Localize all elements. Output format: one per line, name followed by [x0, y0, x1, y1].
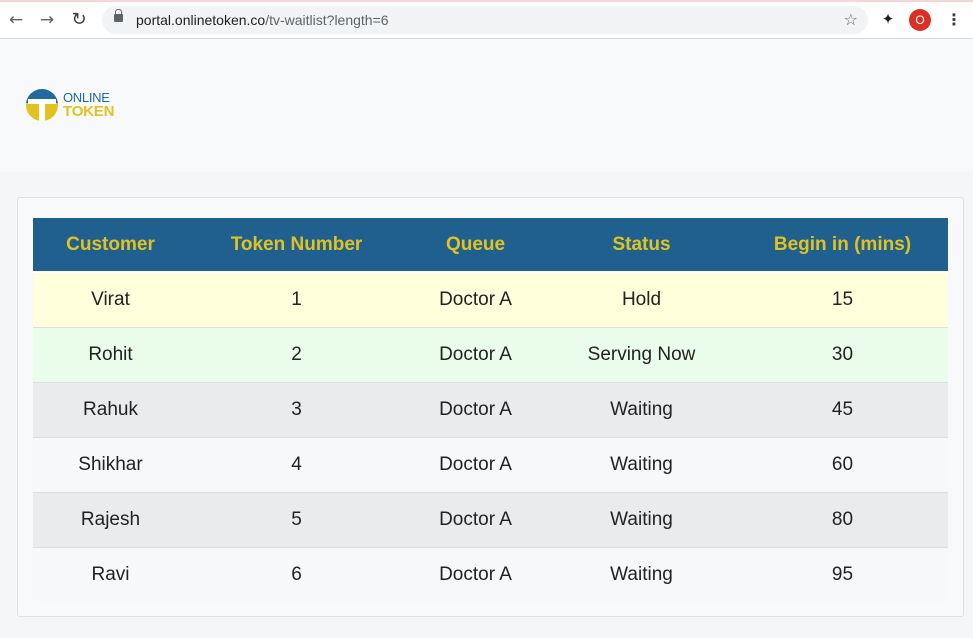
- cell-token: 1: [188, 272, 405, 328]
- cell-begin: 80: [737, 492, 948, 548]
- url-path: /tv-waitlist?length=6: [265, 12, 389, 28]
- cell-token: 3: [188, 382, 405, 438]
- table-row: Rohit 2 Doctor A Serving Now 30: [33, 327, 948, 383]
- cell-queue: Doctor A: [405, 272, 546, 328]
- cell-queue: Doctor A: [439, 564, 512, 585]
- cell-customer: Rahuk: [33, 382, 188, 438]
- lock-icon[interactable]: [114, 9, 123, 22]
- cell-customer: Virat: [33, 272, 188, 328]
- waitlist-card: Customer Token Number Queue Status Begin…: [17, 197, 964, 617]
- header-token-number: Token Number: [188, 218, 405, 273]
- header-queue: Queue: [405, 218, 546, 273]
- address-bar[interactable]: portal.onlinetoken.co/tv-waitlist?length…: [102, 6, 868, 34]
- reload-icon[interactable]: ↻: [68, 9, 90, 31]
- cell-customer: Rohit: [33, 327, 188, 383]
- cell-begin: 45: [737, 382, 948, 438]
- cell-queue: Doctor A: [405, 492, 546, 548]
- cell-token: 5: [188, 492, 405, 548]
- cell-queue: Doctor A: [405, 437, 546, 493]
- header-customer: Customer: [33, 218, 188, 273]
- table-row: Ravi 6 Doctor A Waiting 95: [33, 547, 948, 602]
- cell-token: 4: [188, 437, 405, 493]
- cell-begin: 15: [737, 272, 948, 328]
- logo-mark-icon: [26, 89, 58, 121]
- puzzle-icon[interactable]: ✦: [879, 10, 897, 28]
- cell-queue: Doctor A: [405, 327, 546, 383]
- table-header-row: Customer Token Number Queue Status Begin…: [33, 218, 948, 273]
- page-header: ONLINE TOKEN: [0, 39, 973, 172]
- cell-customer: Shikhar: [33, 437, 188, 493]
- cell-status: Waiting: [546, 382, 737, 438]
- cell-customer: Rajesh: [33, 492, 188, 548]
- cell-token: 6: [291, 564, 302, 585]
- browser-toolbar: ← → ↻ portal.onlinetoken.co/tv-waitlist?…: [0, 0, 973, 39]
- url-text[interactable]: portal.onlinetoken.co/tv-waitlist?length…: [136, 12, 389, 28]
- tab-strip-edge: [0, 0, 973, 2]
- page-content: ONLINE TOKEN Customer Token Number Queue…: [0, 39, 973, 638]
- header-begin-in: Begin in (mins): [737, 218, 948, 273]
- cell-begin: 30: [737, 327, 948, 383]
- cell-status: Waiting: [546, 492, 737, 548]
- cell-status: Hold: [546, 272, 737, 328]
- cell-customer: Ravi: [91, 564, 130, 585]
- url-host: portal.onlinetoken.co: [136, 12, 266, 28]
- cell-begin: 60: [737, 437, 948, 493]
- table-row: Virat 1 Doctor A Hold 15: [33, 272, 948, 328]
- profile-avatar[interactable]: O: [909, 9, 931, 31]
- star-icon[interactable]: ☆: [844, 10, 858, 30]
- waitlist-table: Customer Token Number Queue Status Begin…: [33, 218, 948, 602]
- arrow-right-icon[interactable]: →: [36, 9, 58, 31]
- kebab-menu-icon[interactable]: ⋮: [946, 9, 962, 31]
- table-row: Rajesh 5 Doctor A Waiting 80: [33, 492, 948, 548]
- cell-status: Serving Now: [546, 327, 737, 383]
- cell-token: 2: [188, 327, 405, 383]
- table-row: Shikhar 4 Doctor A Waiting 60: [33, 437, 948, 493]
- cell-status: Waiting: [610, 564, 673, 585]
- brand-logo[interactable]: ONLINE TOKEN: [26, 89, 116, 123]
- logo-word-token: TOKEN: [63, 103, 115, 120]
- cell-status: Waiting: [546, 437, 737, 493]
- cell-begin: 95: [831, 564, 854, 585]
- header-status: Status: [546, 218, 737, 273]
- cell-queue: Doctor A: [405, 382, 546, 438]
- arrow-left-icon[interactable]: ←: [5, 9, 27, 31]
- table-row: Rahuk 3 Doctor A Waiting 45: [33, 382, 948, 438]
